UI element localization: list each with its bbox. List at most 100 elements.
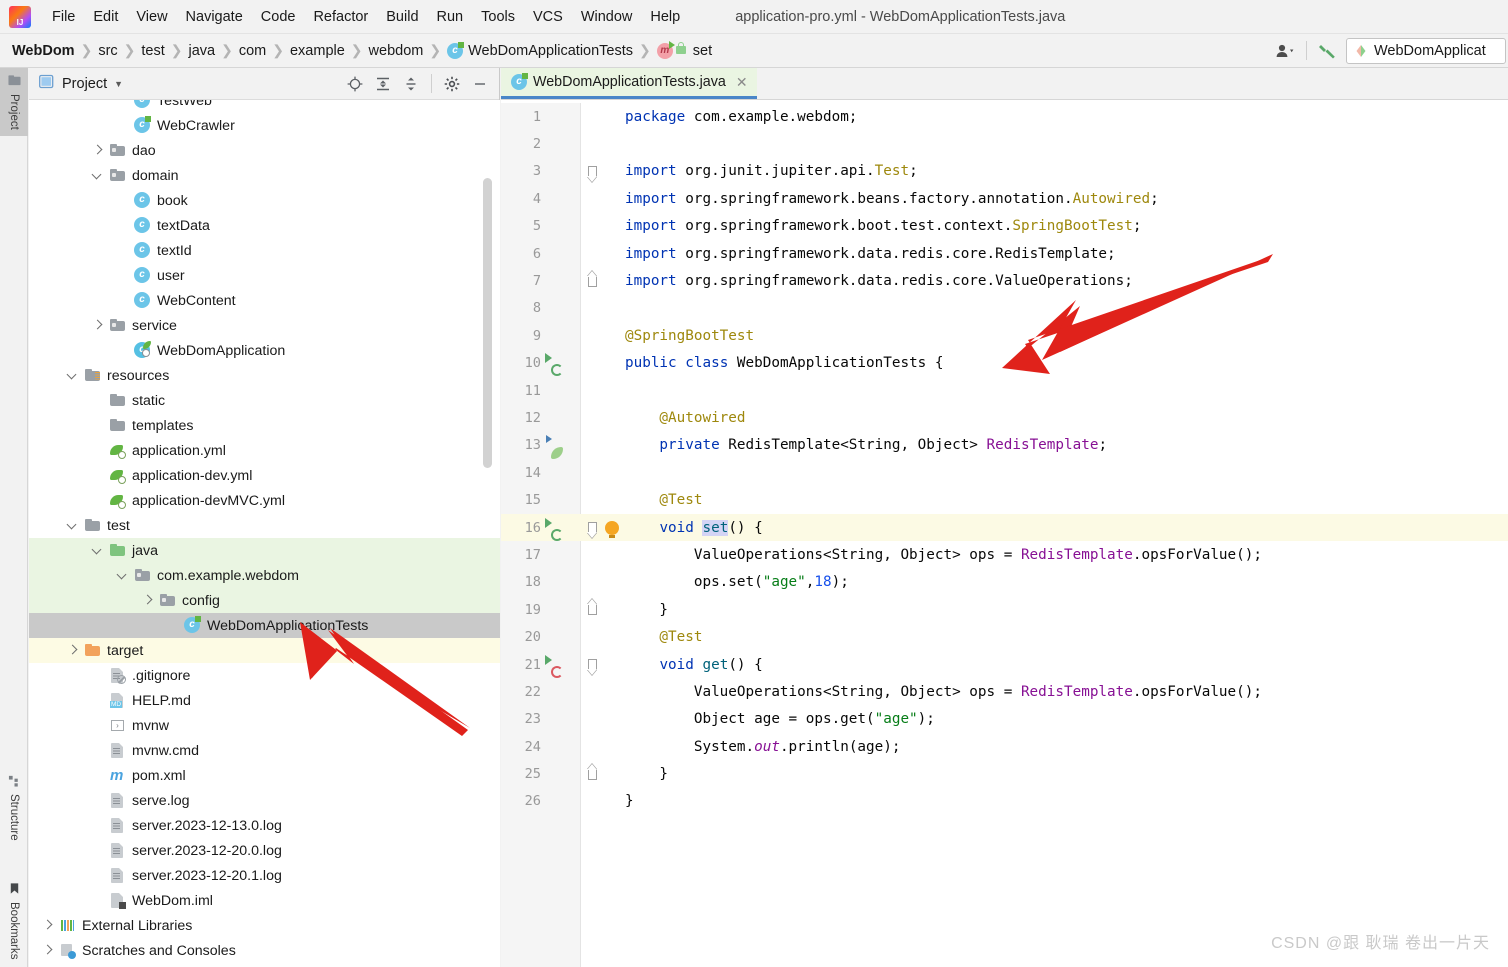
tree-item-server-2023-12-20-0-log[interactable]: server.2023-12-20.0.log [29,838,500,863]
code-line[interactable]: 25 } [501,760,1508,787]
code-line[interactable]: 1 package com.example.webdom; [501,103,1508,130]
close-icon[interactable]: ✕ [736,74,748,91]
code-line[interactable]: 7 import org.springframework.data.redis.c… [501,267,1508,294]
code-line[interactable]: 11 [501,377,1508,404]
tree-item-resources[interactable]: resources [29,363,500,388]
tree-item-static[interactable]: static [29,388,500,413]
code-line[interactable]: 17 ValueOperations<String, Object> ops =… [501,541,1508,568]
sidebar-item-project[interactable]: Project [0,68,28,136]
code-line[interactable]: 5 import org.springframework.boot.test.co… [501,213,1508,240]
code-line[interactable]: 9 @SpringBootTest [501,322,1508,349]
sidebar-item-structure[interactable]: Structure [0,768,28,847]
menu-item-window[interactable]: Window [572,6,642,28]
expand-all-icon[interactable] [370,72,396,96]
chevron-down-icon[interactable]: ▼ [114,79,123,89]
tree-item-service[interactable]: service [29,313,500,338]
chevron-down-icon[interactable] [116,569,129,582]
code-line[interactable]: 15 @Test [501,486,1508,513]
tree-item-application-dev-yml[interactable]: application-dev.yml [29,463,500,488]
code-line[interactable]: 13 private RedisTemplate<String, Object>… [501,432,1508,460]
tree-item-templates[interactable]: templates [29,413,500,438]
collapse-all-icon[interactable] [398,72,424,96]
chevron-down-icon[interactable] [91,544,104,557]
menu-item-run[interactable]: Run [428,6,473,28]
tree-item-mvnw-cmd[interactable]: mvnw.cmd [29,738,500,763]
run-configuration-selector[interactable]: WebDomApplicat [1346,37,1506,64]
code-line[interactable]: 21 void get() { [501,651,1508,678]
tree-item-serve-log[interactable]: serve.log [29,788,500,813]
menu-item-edit[interactable]: Edit [84,6,127,28]
code-line[interactable]: 22 ValueOperations<String, Object> ops =… [501,678,1508,705]
tree-item-mvnw[interactable]: › mvnw [29,713,500,738]
code-line[interactable]: 23 Object age = ops.get("age"); [501,706,1508,733]
tree-item-config[interactable]: config [29,588,500,613]
breadcrumb-item-src[interactable]: src [98,43,117,59]
tree-item-pom-xml[interactable]: m pom.xml [29,763,500,788]
tree-item-book[interactable]: c book [29,188,500,213]
breadcrumb-item-webdomapplicationtests[interactable]: c WebDomApplicationTests [447,41,633,59]
tree-item-server-2023-12-13-0-log[interactable]: server.2023-12-13.0.log [29,813,500,838]
code-editor[interactable]: 1 package com.example.webdom; 2 3 import org… [501,103,1508,967]
code-line[interactable]: 6 import org.springframework.data.redis.c… [501,240,1508,267]
fold-marker-icon[interactable] [581,165,603,184]
menu-item-help[interactable]: Help [641,6,689,28]
code-line[interactable]: 10 public class WebDomApplicationTests { [501,350,1508,377]
tree-item-external-libraries[interactable]: External Libraries [29,913,500,938]
menu-item-tools[interactable]: Tools [472,6,524,28]
sidebar-item-bookmarks[interactable]: Bookmarks [0,876,28,966]
breadcrumb-item-webdom[interactable]: webdom [369,43,424,59]
tree-item-domain[interactable]: domain [29,163,500,188]
tree-item-test[interactable]: test [29,513,500,538]
breadcrumb-item-test[interactable]: test [141,43,164,59]
chevron-right-icon[interactable] [41,944,54,957]
tree-item-help-md[interactable]: MD HELP.md [29,688,500,713]
editor-tab-webdomapplicationtests[interactable]: c WebDomApplicationTests.java ✕ [501,68,757,99]
code-line[interactable]: 16 void set() { [501,513,1508,542]
tree-item-webcrawler[interactable]: c WebCrawler [29,113,500,138]
tree-item-textdata[interactable]: c textData [29,213,500,238]
chevron-down-icon[interactable] [66,519,79,532]
menu-item-view[interactable]: View [127,6,176,28]
menu-item-navigate[interactable]: Navigate [177,6,252,28]
code-line[interactable]: 12 @Autowired [501,404,1508,431]
fold-marker-icon[interactable] [581,275,603,287]
tree-item-webcontent[interactable]: c WebContent [29,288,500,313]
tree-item-webdom-iml[interactable]: WebDom.iml [29,888,500,913]
fold-marker-icon[interactable] [581,522,603,540]
chevron-right-icon[interactable] [91,144,104,157]
tree-item-target[interactable]: target [29,638,500,663]
chevron-right-icon[interactable] [41,919,54,932]
tree-item-scratches-and-consoles[interactable]: Scratches and Consoles [29,938,500,963]
code-line[interactable]: 19 } [501,596,1508,623]
chevron-down-icon[interactable] [91,169,104,182]
menu-item-code[interactable]: Code [252,6,305,28]
tree-item-testweb[interactable]: c TestWeb [29,100,500,113]
gear-icon[interactable] [439,72,465,96]
code-line[interactable]: 18 ops.set("age",18); [501,569,1508,596]
fold-marker-icon[interactable] [581,604,603,616]
breadcrumb-item-example[interactable]: example [290,43,345,59]
fold-marker-icon[interactable] [581,659,603,677]
breadcrumb-item-set[interactable]: m set [656,40,712,59]
locate-target-icon[interactable] [342,72,368,96]
chevron-right-icon[interactable] [91,319,104,332]
code-line[interactable]: 14 [501,459,1508,486]
chevron-right-icon[interactable] [141,594,154,607]
hammer-build-icon[interactable] [1312,38,1342,64]
code-line[interactable]: 8 [501,295,1508,322]
breadcrumb-item-com[interactable]: com [239,43,266,59]
tree-item-application-devmvc-yml[interactable]: application-devMVC.yml [29,488,500,513]
code-line[interactable]: 3 import org.junit.jupiter.api.Test; [501,158,1508,185]
chevron-down-icon[interactable] [66,369,79,382]
menu-item-build[interactable]: Build [377,6,427,28]
tree-item-server-2023-12-20-1-log[interactable]: server.2023-12-20.1.log [29,863,500,888]
tree-item-webdomapplicationtests[interactable]: c WebDomApplicationTests [29,613,500,638]
project-file-tree[interactable]: cTestWebcWebCrawlerdaodomaincbookctextDa… [29,100,500,967]
menu-item-vcs[interactable]: VCS [524,6,572,28]
code-line[interactable]: 4 import org.springframework.beans.factor… [501,185,1508,212]
minimize-icon[interactable] [467,72,493,96]
code-line[interactable]: 2 [501,130,1508,157]
tree-item-dao[interactable]: dao [29,138,500,163]
user-account-icon[interactable] [1271,38,1301,64]
menu-item-file[interactable]: File [43,6,84,28]
